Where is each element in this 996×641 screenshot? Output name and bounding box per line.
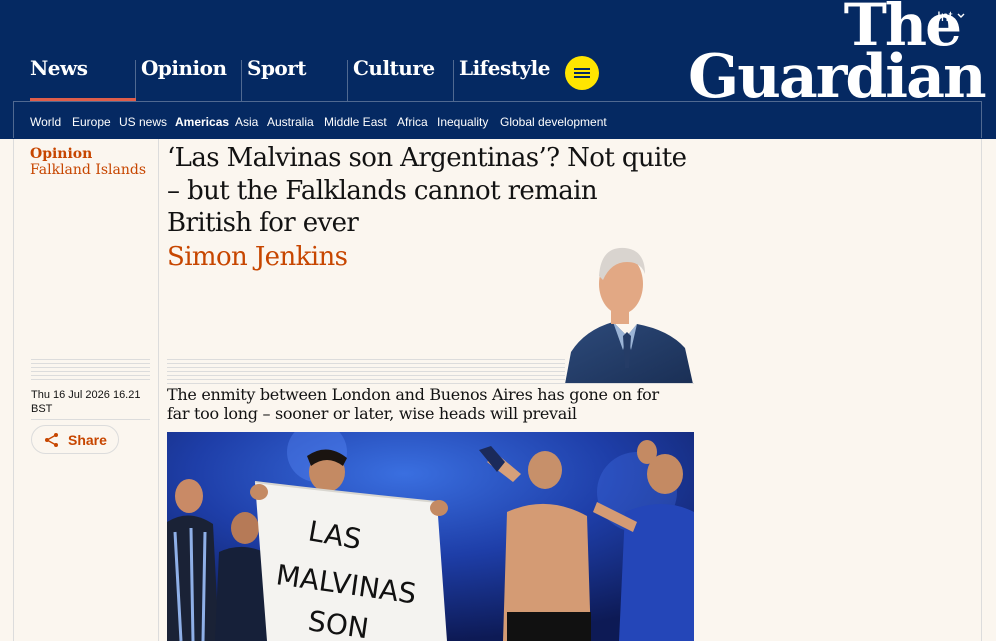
author-portrait <box>565 247 693 384</box>
subnav-australia[interactable]: Australia <box>267 115 314 129</box>
share-label: Share <box>68 432 107 448</box>
column-divider <box>158 139 159 641</box>
menu-icon <box>574 68 590 78</box>
share-icon <box>45 433 58 447</box>
frame-border-right <box>981 139 982 641</box>
series-link-falkland-islands[interactable]: Falkland Islands <box>30 162 146 178</box>
logo-line-2: Guardian <box>688 42 987 113</box>
guardian-logo[interactable]: The Guardian <box>688 0 987 113</box>
meta-divider-lines <box>31 359 150 380</box>
section-kicker: Opinion Falkland Islands <box>30 146 146 178</box>
pillar-news[interactable]: News <box>30 56 88 101</box>
article-headline: ‘Las Malvinas son Argentinas’? Not quite… <box>167 143 687 238</box>
subnav-middle-east[interactable]: Middle East <box>324 115 387 129</box>
pillar-lifestyle[interactable]: Lifestyle <box>459 56 550 101</box>
masthead: Int The Guardian News Opinion Sport Cult… <box>0 0 996 139</box>
subnav-inequality[interactable]: Inequality <box>437 115 488 129</box>
author-byline[interactable]: Simon Jenkins <box>167 242 348 272</box>
pillar-divider <box>453 60 454 101</box>
main-image-graphic: LAS MALVINAS SON <box>167 432 694 641</box>
subnav-global-development[interactable]: Global development <box>500 115 607 129</box>
pillar-divider <box>135 60 136 101</box>
standfirst-rule <box>167 383 694 384</box>
publish-date: Thu 16 Jul 2026 16.21 BST <box>31 388 141 416</box>
pillar-divider <box>347 60 348 101</box>
publish-date-line: Thu 16 Jul 2026 16.21 <box>31 389 141 401</box>
subnav-europe[interactable]: Europe <box>72 115 111 129</box>
article-standfirst: The enmity between London and Buenos Air… <box>167 385 659 423</box>
subnav-africa[interactable]: Africa <box>397 115 428 129</box>
pillar-divider <box>241 60 242 101</box>
share-button[interactable]: Share <box>31 425 119 454</box>
standfirst-divider-lines <box>167 359 565 380</box>
menu-button[interactable] <box>565 56 599 90</box>
subnav-us-news[interactable]: US news <box>119 115 167 129</box>
pillar-sport[interactable]: Sport <box>247 56 307 101</box>
pillar-culture[interactable]: Culture <box>353 56 435 101</box>
article-main-image: LAS MALVINAS SON <box>167 432 694 641</box>
subnav-asia[interactable]: Asia <box>235 115 258 129</box>
meta-divider <box>31 419 150 420</box>
pillar-opinion[interactable]: Opinion <box>141 56 227 101</box>
publish-timezone: BST <box>31 403 53 415</box>
frame-border-left <box>13 139 14 641</box>
sub-navigation: World Europe US news Americas Asia Austr… <box>13 101 982 138</box>
subnav-world[interactable]: World <box>30 115 61 129</box>
subnav-americas[interactable]: Americas <box>175 115 229 129</box>
section-link-opinion[interactable]: Opinion <box>30 146 146 162</box>
